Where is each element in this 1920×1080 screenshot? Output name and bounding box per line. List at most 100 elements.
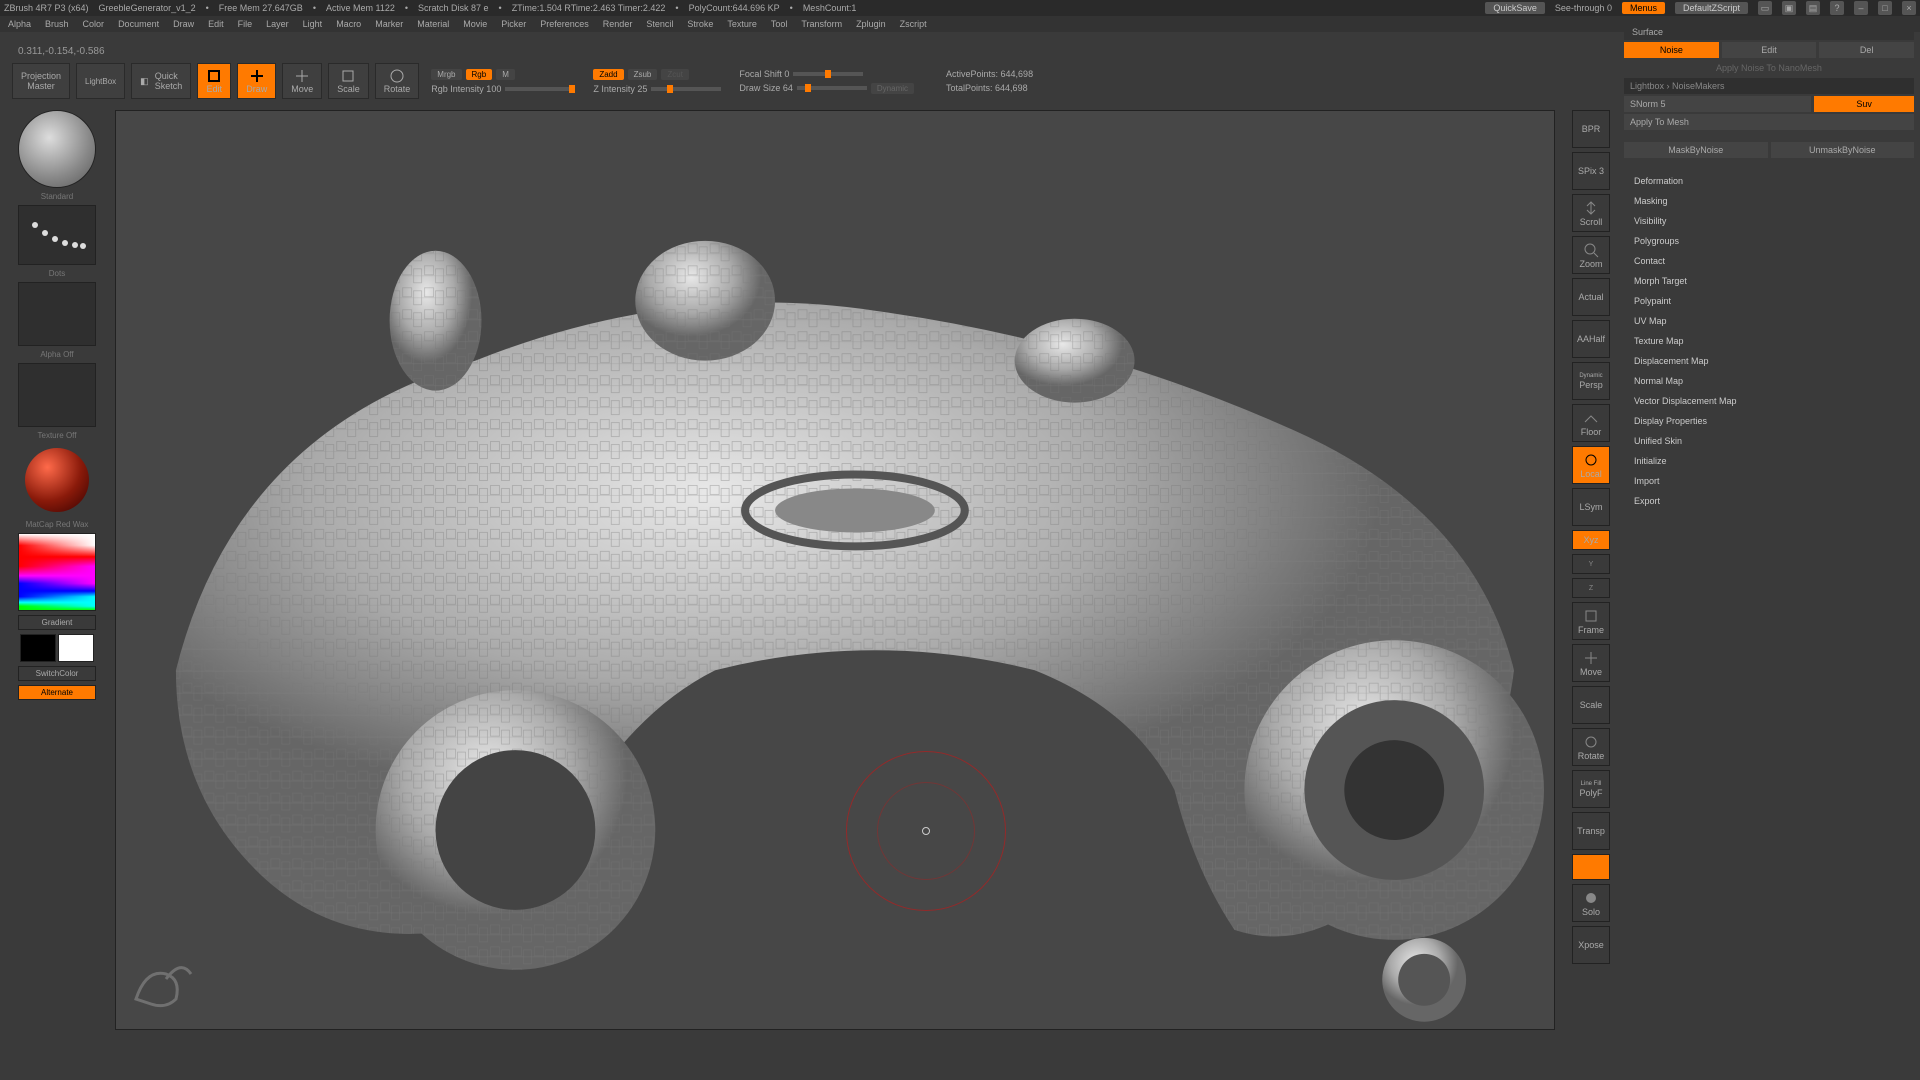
subpanel-header[interactable]: Masking <box>1624 192 1914 210</box>
zsub-button[interactable]: Zsub <box>628 69 658 80</box>
menu-item[interactable]: Zscript <box>900 19 927 29</box>
zcut-button[interactable]: Zcut <box>661 69 689 80</box>
subpanel-header[interactable]: Deformation <box>1624 172 1914 190</box>
menu-item[interactable]: Render <box>603 19 633 29</box>
draw-size-slider[interactable] <box>797 86 867 90</box>
m-button[interactable]: M <box>496 69 515 80</box>
window-icon[interactable]: ▤ <box>1806 1 1820 15</box>
subpanel-header[interactable]: Initialize <box>1624 452 1914 470</box>
xpose-button[interactable]: Xpose <box>1572 926 1610 964</box>
brush-thumbnail[interactable] <box>18 110 96 188</box>
seethrough[interactable]: See-through 0 <box>1555 3 1612 13</box>
alpha-thumbnail[interactable] <box>18 282 96 346</box>
maximize-icon[interactable]: □ <box>1878 1 1892 15</box>
move-mode-button[interactable]: Move <box>282 63 322 99</box>
rgb-intensity-slider[interactable] <box>505 87 575 91</box>
viewport[interactable] <box>115 110 1555 1030</box>
spix-button[interactable]: SPix 3 <box>1572 152 1610 190</box>
surface-header[interactable]: Surface <box>1624 24 1914 40</box>
menus-toggle[interactable]: Menus <box>1622 2 1665 14</box>
mask-by-noise-button[interactable]: MaskByNoise <box>1624 142 1768 158</box>
menu-item[interactable]: Stroke <box>687 19 713 29</box>
scale-mode-button[interactable]: Scale <box>328 63 369 99</box>
close-icon[interactable]: × <box>1902 1 1916 15</box>
rgb-button[interactable]: Rgb <box>466 69 493 80</box>
noise-button[interactable]: Noise <box>1624 42 1719 58</box>
subpanel-header[interactable]: Export <box>1624 492 1914 510</box>
del-noise-button[interactable]: Del <box>1819 42 1914 58</box>
menu-item[interactable]: Document <box>118 19 159 29</box>
subpanel-header[interactable]: Visibility <box>1624 212 1914 230</box>
frame-button[interactable]: Frame <box>1572 602 1610 640</box>
menu-item[interactable]: Macro <box>336 19 361 29</box>
color-picker[interactable] <box>18 533 96 611</box>
scroll-button[interactable]: Scroll <box>1572 194 1610 232</box>
subpanel-header[interactable]: Import <box>1624 472 1914 490</box>
actual-button[interactable]: Actual <box>1572 278 1610 316</box>
suv-button[interactable]: Suv <box>1814 96 1914 112</box>
alternate-button[interactable]: Alternate <box>18 685 96 700</box>
aahalf-button[interactable]: AAHalf <box>1572 320 1610 358</box>
menu-item[interactable]: Tool <box>771 19 788 29</box>
quick-sketch-button[interactable]: ◧ QuickSketch <box>131 63 191 99</box>
menu-item[interactable]: Brush <box>45 19 69 29</box>
menu-item[interactable]: Color <box>83 19 105 29</box>
focal-shift-slider[interactable] <box>793 72 863 76</box>
edit-mode-button[interactable]: Edit <box>197 63 231 99</box>
subpanel-header[interactable]: Displacement Map <box>1624 352 1914 370</box>
material-thumbnail[interactable] <box>25 448 89 512</box>
menu-item[interactable]: Light <box>303 19 323 29</box>
menu-item[interactable]: Texture <box>727 19 757 29</box>
menu-item[interactable]: Movie <box>463 19 487 29</box>
z-intensity-slider[interactable] <box>651 87 721 91</box>
subpanel-header[interactable]: Unified Skin <box>1624 432 1914 450</box>
subpanel-header[interactable]: Texture Map <box>1624 332 1914 350</box>
apply-to-mesh-button[interactable]: Apply To Mesh <box>1624 114 1914 130</box>
bpr-button[interactable]: BPR <box>1572 110 1610 148</box>
default-script[interactable]: DefaultZScript <box>1675 2 1748 14</box>
subpanel-header[interactable]: Contact <box>1624 252 1914 270</box>
stroke-thumbnail[interactable] <box>18 205 96 265</box>
menu-item[interactable]: Transform <box>801 19 842 29</box>
texture-thumbnail[interactable] <box>18 363 96 427</box>
menu-item[interactable]: File <box>238 19 253 29</box>
zadd-button[interactable]: Zadd <box>593 69 623 80</box>
minimize-icon[interactable]: – <box>1854 1 1868 15</box>
menu-item[interactable]: Preferences <box>540 19 589 29</box>
menu-item[interactable]: Layer <box>266 19 289 29</box>
ghost-button[interactable] <box>1572 854 1610 880</box>
mrgb-button[interactable]: Mrgb <box>431 69 461 80</box>
nav-move-button[interactable]: Move <box>1572 644 1610 682</box>
snorm-slider[interactable]: SNorm 5 <box>1624 96 1811 112</box>
menu-item[interactable]: Picker <box>501 19 526 29</box>
axis-z-button[interactable]: Z <box>1572 578 1610 598</box>
solo-button[interactable]: Solo <box>1572 884 1610 922</box>
subpanel-header[interactable]: UV Map <box>1624 312 1914 330</box>
subpanel-header[interactable]: Polypaint <box>1624 292 1914 310</box>
help-icon[interactable]: ? <box>1830 1 1844 15</box>
lsym-button[interactable]: LSym <box>1572 488 1610 526</box>
zoom-button[interactable]: Zoom <box>1572 236 1610 274</box>
axis-y-button[interactable]: Y <box>1572 554 1610 574</box>
switch-color-button[interactable]: SwitchColor <box>18 666 96 681</box>
menu-item[interactable]: Zplugin <box>856 19 886 29</box>
persp-button[interactable]: DynamicPersp <box>1572 362 1610 400</box>
menu-item[interactable]: Marker <box>375 19 403 29</box>
lightbox-button[interactable]: LightBox <box>76 63 125 99</box>
window-icon[interactable]: ▭ <box>1758 1 1772 15</box>
draw-mode-button[interactable]: Draw <box>237 63 276 99</box>
gradient-button[interactable]: Gradient <box>18 615 96 630</box>
nav-scale-button[interactable]: Scale <box>1572 686 1610 724</box>
transp-button[interactable]: Transp <box>1572 812 1610 850</box>
window-icon[interactable]: ▣ <box>1782 1 1796 15</box>
menu-item[interactable]: Draw <box>173 19 194 29</box>
polyf-button[interactable]: Line FillPolyF <box>1572 770 1610 808</box>
menu-item[interactable]: Alpha <box>8 19 31 29</box>
quicksave-button[interactable]: QuickSave <box>1485 2 1545 14</box>
unmask-by-noise-button[interactable]: UnmaskByNoise <box>1771 142 1915 158</box>
edit-noise-button[interactable]: Edit <box>1722 42 1817 58</box>
rotate-mode-button[interactable]: Rotate <box>375 63 420 99</box>
projection-master-button[interactable]: ProjectionMaster <box>12 63 70 99</box>
xyz-button[interactable]: Xyz <box>1572 530 1610 550</box>
local-button[interactable]: Local <box>1572 446 1610 484</box>
